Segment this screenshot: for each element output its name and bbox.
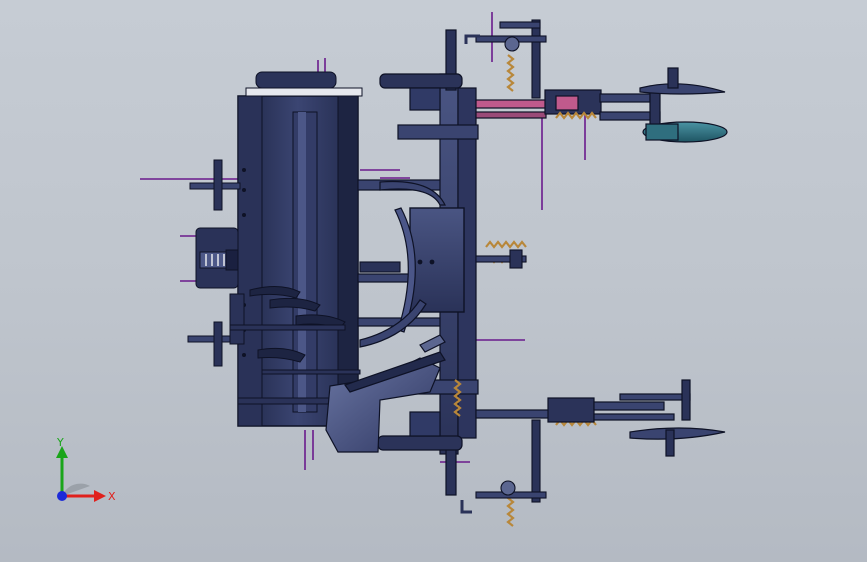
side-gearbox[interactable] [195, 227, 239, 289]
lower-arm-assembly[interactable] [475, 379, 691, 423]
lower-disc[interactable] [629, 427, 726, 457]
upper-arm-assembly[interactable] [475, 85, 661, 127]
axis-triad: Y X [56, 438, 116, 503]
y-axis-label: Y [56, 438, 64, 449]
graphics-viewport[interactable]: Y X [0, 0, 867, 562]
z-axis-dot [57, 491, 67, 501]
upper-post[interactable] [464, 19, 547, 99]
x-arrow [94, 490, 106, 502]
x-axis-label: X [108, 490, 116, 503]
mounting-plate[interactable] [409, 207, 465, 313]
assembly-model[interactable] [0, 0, 867, 562]
